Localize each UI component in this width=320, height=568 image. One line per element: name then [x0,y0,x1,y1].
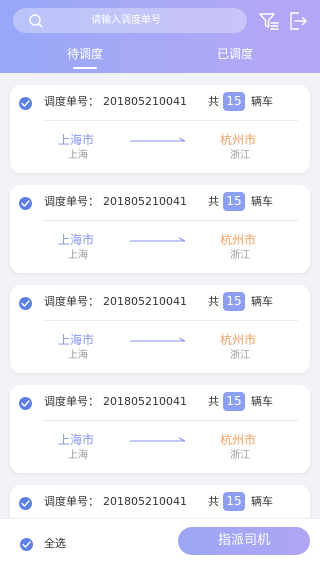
order-number: 201805210041 [103,195,187,208]
check-circle-icon[interactable] [19,497,32,510]
total-prefix: 共 [208,395,219,408]
route-arrow-icon [130,337,186,342]
origin-province: 上海 [68,350,88,361]
vehicle-count-badge: 15 [223,492,245,511]
route-arrow-icon [130,137,186,142]
tab-dispatched[interactable]: 已调度 [217,46,253,62]
total-suffix: 辆车 [251,395,273,408]
route-arrow-icon [130,437,186,442]
destination-province: 浙江 [230,250,250,261]
destination-city: 杭州市 [220,333,257,347]
vehicle-count-badge: 15 [223,192,245,211]
destination-province: 浙江 [230,450,250,461]
divider [42,420,298,421]
destination-city: 杭州市 [220,133,257,147]
total-suffix: 辆车 [251,495,273,508]
vehicle-count-badge: 15 [223,92,245,111]
dispatch-card[interactable]: 调度单号： 201805210041 共 15 辆车 上海市 上海 杭州市 浙江 [10,185,310,273]
active-tab-indicator [73,67,97,69]
destination-city: 杭州市 [220,233,257,247]
origin-province: 上海 [68,450,88,461]
order-number: 201805210041 [103,395,187,408]
check-circle-icon[interactable] [19,297,32,310]
origin-city: 上海市 [58,333,95,347]
origin-city: 上海市 [58,133,95,147]
destination-province: 浙江 [230,350,250,361]
select-all-check-icon[interactable] [20,538,33,551]
destination-city: 杭州市 [220,433,257,447]
tab-pending[interactable]: 待调度 [67,46,103,62]
search-placeholder: 请输入调度单号 [91,15,161,26]
divider [42,320,298,321]
vehicle-count-badge: 15 [223,292,245,311]
divider [42,220,298,221]
order-number: 201805210041 [103,295,187,308]
select-all-label[interactable]: 全选 [44,536,66,552]
dispatch-card[interactable]: 调度单号： 201805210041 共 15 辆车 上海市 上海 杭州市 浙江 [10,285,310,373]
total-prefix: 共 [208,495,219,508]
order-label: 调度单号： [44,95,99,108]
origin-city: 上海市 [58,433,95,447]
order-label: 调度单号： [44,295,99,308]
origin-province: 上海 [68,150,88,161]
order-number: 201805210041 [103,495,187,508]
route-arrow-icon [130,237,186,242]
assign-driver-button[interactable]: 指派司机 [178,527,310,555]
total-suffix: 辆车 [251,195,273,208]
total-prefix: 共 [208,195,219,208]
destination-province: 浙江 [230,150,250,161]
order-number: 201805210041 [103,95,187,108]
vehicle-count-badge: 15 [223,392,245,411]
origin-province: 上海 [68,250,88,261]
bottom-action-bar: 全选 指派司机 [0,518,320,568]
order-label: 调度单号： [44,495,99,508]
search-icon [29,14,43,28]
check-circle-icon[interactable] [19,197,32,210]
total-prefix: 共 [208,95,219,108]
search-input[interactable]: 请输入调度单号 [13,8,247,33]
total-suffix: 辆车 [251,95,273,108]
order-label: 调度单号： [44,195,99,208]
check-circle-icon[interactable] [19,397,32,410]
total-prefix: 共 [208,295,219,308]
order-label: 调度单号： [44,395,99,408]
logout-icon[interactable] [287,10,309,32]
dispatch-card[interactable]: 调度单号： 201805210041 共 15 辆车 上海市 上海 杭州市 浙江 [10,385,310,473]
divider [42,120,298,121]
check-circle-icon[interactable] [19,97,32,110]
header: 请输入调度单号 待调度 已调度 [0,0,320,73]
dispatch-card[interactable]: 调度单号： 201805210041 共 15 辆车 上海市 上海 杭州市 浙江 [10,85,310,173]
filter-icon[interactable] [258,10,280,32]
total-suffix: 辆车 [251,295,273,308]
origin-city: 上海市 [58,233,95,247]
